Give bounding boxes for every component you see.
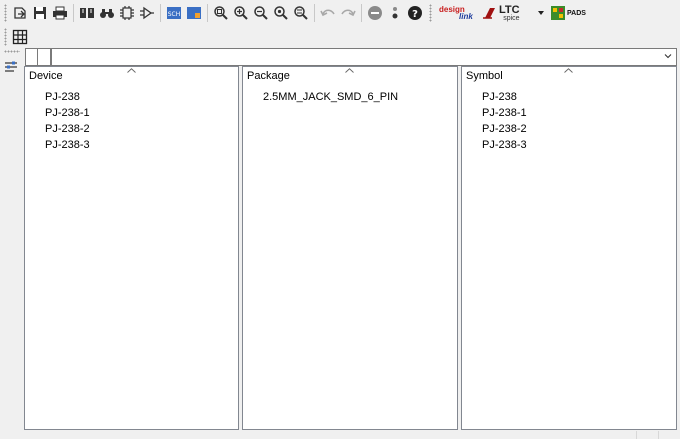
- symbol-icon: [140, 6, 154, 20]
- ltc-logo-icon: [483, 8, 495, 19]
- toolbar-grip[interactable]: [4, 4, 7, 22]
- status-bar: [0, 430, 680, 439]
- zoom-select-icon: [294, 6, 308, 20]
- device-header-label: Device: [29, 70, 63, 82]
- schematic-icon: SCH: [167, 7, 181, 19]
- print-button[interactable]: [51, 4, 69, 22]
- toolbar-separator: [73, 4, 74, 22]
- table-view-button[interactable]: [11, 28, 29, 46]
- status-separator: [658, 431, 659, 439]
- device-item-pj-238-1[interactable]: PJ-238-1: [25, 105, 238, 121]
- ltspice-big: LTC: [499, 3, 520, 16]
- stop-button[interactable]: [366, 4, 384, 22]
- more-button[interactable]: [386, 4, 404, 22]
- print-icon: [53, 6, 67, 20]
- toolbar-separator: [207, 4, 208, 22]
- find-button[interactable]: [98, 4, 116, 22]
- device-item-pj-238-2[interactable]: PJ-238-2: [25, 121, 238, 137]
- undo-icon: [320, 9, 335, 17]
- package-editor-button[interactable]: [118, 4, 136, 22]
- zoom-out-icon: [254, 6, 268, 20]
- symbol-list: PJ-238 PJ-238-1 PJ-238-2 PJ-238-3: [462, 89, 676, 153]
- symbol-panel: Symbol PJ-238 PJ-238-1 PJ-238-2 PJ-238-3: [461, 66, 677, 430]
- device-panel: Device PJ-238 PJ-238-1 PJ-238-2 PJ-238-3: [24, 66, 239, 430]
- pads-button[interactable]: PADS: [550, 4, 586, 22]
- zoom-redraw-icon: [274, 6, 288, 20]
- design-link-button[interactable]: design link: [437, 4, 479, 22]
- zoom-select-button[interactable]: [292, 4, 310, 22]
- chevron-down-icon[interactable]: [664, 52, 672, 60]
- redo-icon: [341, 9, 356, 17]
- svg-text:?: ?: [412, 9, 418, 20]
- ltspice-button[interactable]: LTC spice: [483, 4, 535, 22]
- symbol-header-label: Symbol: [466, 70, 503, 82]
- package-panel: Package 2.5MM_JACK_SMD_6_PIN: [242, 66, 458, 430]
- pads-label: PADS: [567, 9, 586, 17]
- package-list: 2.5MM_JACK_SMD_6_PIN: [243, 89, 457, 105]
- ltspice-small: spice: [503, 14, 520, 22]
- symbol-column-header[interactable]: Symbol: [462, 67, 676, 83]
- zoom-fit-icon: [214, 6, 228, 20]
- save-icon: [34, 7, 46, 19]
- library-button[interactable]: [78, 4, 96, 22]
- sort-caret-icon: [127, 68, 136, 73]
- filter-toggle-2[interactable]: [37, 48, 51, 66]
- filter-combobox[interactable]: [51, 48, 677, 66]
- device-column-header[interactable]: Device: [25, 67, 238, 83]
- device-list: PJ-238 PJ-238-1 PJ-238-2 PJ-238-3: [25, 89, 238, 153]
- stop-icon: [368, 6, 382, 20]
- symbol-item-pj-238-3[interactable]: PJ-238-3: [462, 137, 676, 153]
- toolbar-grip[interactable]: [429, 4, 432, 22]
- open-icon: [14, 7, 26, 19]
- symbol-item-pj-238-2[interactable]: PJ-238-2: [462, 121, 676, 137]
- symbol-editor-button[interactable]: [138, 4, 156, 22]
- ltspice-dropdown-icon[interactable]: [538, 11, 544, 15]
- open-button[interactable]: [11, 4, 29, 22]
- package-header-label: Package: [247, 70, 290, 82]
- zoom-out-button[interactable]: [252, 4, 270, 22]
- book-icon: [80, 8, 94, 18]
- design-link-word2: link: [459, 12, 473, 21]
- symbol-item-pj-238[interactable]: PJ-238: [462, 89, 676, 105]
- pads-logo-icon: [551, 6, 565, 20]
- toolbar-grip[interactable]: [4, 28, 7, 46]
- symbol-item-pj-238-1[interactable]: PJ-238-1: [462, 105, 676, 121]
- package-column-header[interactable]: Package: [243, 67, 457, 83]
- filter-settings-icon[interactable]: [4, 60, 18, 74]
- toolbar-separator: [314, 4, 315, 22]
- device-item-pj-238[interactable]: PJ-238: [25, 89, 238, 105]
- board-icon: [187, 7, 201, 19]
- grid-icon: [12, 29, 28, 45]
- toolbar-separator: [361, 4, 362, 22]
- help-button[interactable]: ?: [406, 4, 424, 22]
- more-icon: [392, 7, 398, 19]
- device-item-pj-238-3[interactable]: PJ-238-3: [25, 137, 238, 153]
- main-toolbar: SCH ? design link LTC spice PADS: [0, 0, 680, 26]
- package-icon: [120, 6, 134, 20]
- toolbar-separator: [160, 4, 161, 22]
- zoom-in-button[interactable]: [232, 4, 250, 22]
- zoom-redraw-button[interactable]: [272, 4, 290, 22]
- zoom-fit-button[interactable]: [212, 4, 230, 22]
- filter-row: [25, 48, 677, 66]
- redo-button[interactable]: [339, 4, 357, 22]
- help-icon: ?: [408, 6, 422, 20]
- secondary-toolbar: [0, 27, 680, 47]
- binoculars-icon: [100, 9, 114, 18]
- undo-button[interactable]: [319, 4, 337, 22]
- zoom-in-icon: [234, 6, 248, 20]
- schematic-button[interactable]: SCH: [165, 4, 183, 22]
- sort-caret-icon: [345, 68, 354, 73]
- save-button[interactable]: [31, 4, 49, 22]
- ltspice-label: LTC spice: [499, 3, 520, 22]
- board-button[interactable]: [185, 4, 203, 22]
- side-toolbar-grip[interactable]: [4, 50, 20, 53]
- package-item-2-5mm-jack[interactable]: 2.5MM_JACK_SMD_6_PIN: [243, 89, 457, 105]
- svg-text:SCH: SCH: [168, 11, 181, 18]
- sort-caret-icon: [564, 68, 573, 73]
- status-separator: [636, 431, 637, 439]
